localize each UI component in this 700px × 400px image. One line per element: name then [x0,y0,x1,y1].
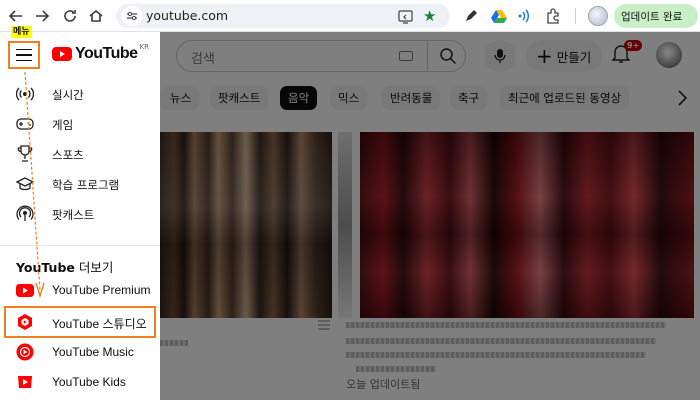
hamburger-icon-line [16,59,32,62]
drawer-item-youtube-music[interactable]: YouTube Music [0,337,160,367]
pen-icon[interactable] [462,7,480,25]
trophy-icon [16,145,34,163]
youtube-play-icon [52,47,72,61]
drawer-item-label: 스포츠 [52,148,84,162]
more-title-brand: YouTube [16,260,75,275]
drawer-item-gaming[interactable]: 게임 [0,109,160,139]
guide-drawer: 메뉴 YouTube KR 실시간 게임 스포츠 학습 프로그램 팟캐스트 Yo… [0,26,160,400]
drawer-item-label: YouTube Music [52,345,134,359]
browser-toolbar: youtube.com ★ 업데이트 완료 [0,0,700,32]
extensions-icon[interactable] [544,7,562,25]
more-title-suffix: 더보기 [74,260,114,275]
drawer-item-youtube-premium[interactable]: YouTube Premium [0,275,160,305]
forward-icon[interactable] [32,6,52,26]
cast-icon[interactable] [398,9,413,28]
site-settings-icon[interactable] [122,6,142,26]
youtube-logo[interactable]: YouTube KR [52,43,150,63]
drawer-item-label: 실시간 [52,88,84,102]
update-button[interactable]: 업데이트 완료 [614,4,698,28]
gaming-icon [16,115,34,133]
menu-button[interactable] [8,41,40,69]
drawer-item-live[interactable]: 실시간 [0,79,160,109]
country-code: KR [139,43,150,51]
studio-highlight-box [4,306,156,338]
drawer-item-label: 게임 [52,118,74,132]
drawer-scrim[interactable] [160,32,700,400]
youtube-music-icon [16,343,34,361]
menu-annotation-tag: 메뉴 [11,26,32,38]
drawer-item-sports[interactable]: 스포츠 [0,139,160,169]
address-bar[interactable]: youtube.com ★ [116,4,450,28]
drive-icon[interactable] [490,7,508,25]
profile-icon[interactable] [588,6,608,26]
drawer-item-podcasts[interactable]: 팟캐스트 [0,199,160,229]
youtube-kids-icon [16,373,34,391]
drawer-item-label: YouTube Kids [52,375,126,389]
toolbar-divider [575,8,576,24]
home-icon[interactable] [86,6,106,26]
url-text[interactable]: youtube.com [146,8,228,23]
bookmark-star-icon[interactable]: ★ [423,7,436,25]
reload-icon[interactable] [60,6,80,26]
more-from-youtube-heading: YouTube 더보기 [16,257,113,276]
youtube-premium-icon [16,281,34,299]
hamburger-icon-line [16,54,32,56]
live-icon [16,85,34,103]
drawer-divider [0,245,160,246]
graduation-cap-icon [16,175,34,193]
drawer-item-label: 학습 프로그램 [52,178,120,192]
hamburger-icon-line [16,48,32,51]
podcast-icon [16,205,34,223]
drawer-item-learning[interactable]: 학습 프로그램 [0,169,160,199]
back-icon[interactable] [6,6,26,26]
youtube-logo-text: YouTube [75,45,138,62]
wifi-icon[interactable] [516,7,534,25]
drawer-item-label: YouTube Premium [52,283,151,297]
drawer-item-youtube-kids[interactable]: YouTube Kids [0,367,160,397]
drawer-item-label: 팟캐스트 [52,208,95,222]
